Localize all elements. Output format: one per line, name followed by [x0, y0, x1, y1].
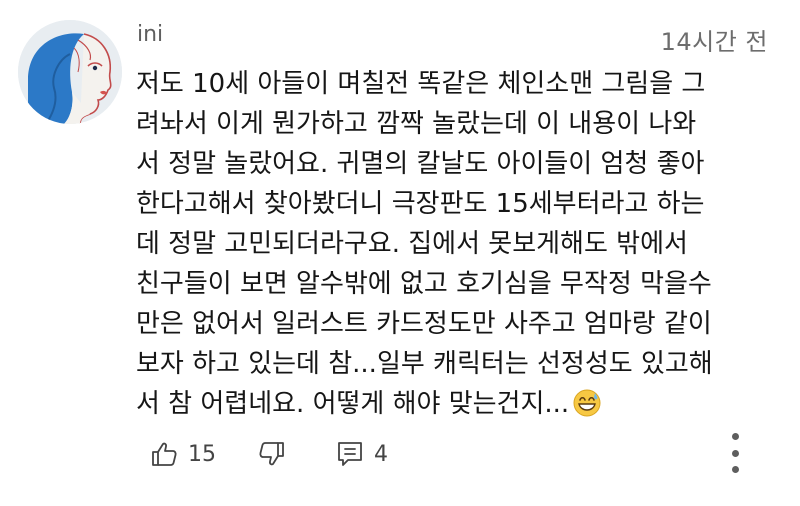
comment-line: 친구들이 보면 알수밖에 없고 호기심을 무작정 막을수	[136, 269, 712, 299]
reply-count: 4	[374, 441, 388, 467]
more-dot	[731, 466, 739, 473]
like-button[interactable]: 15	[150, 440, 216, 468]
more-vertical-icon[interactable]	[726, 433, 744, 473]
comment-timestamp: 14시간 전	[660, 28, 768, 56]
comment-line: 보자 하고 있는데 참...일부 캐릭터는 선정성도 있고해	[136, 349, 713, 379]
thumb-down-icon	[259, 442, 284, 466]
comment-line: 데 정말 고민되더라구요. 집에서 못보게해도 밖에서	[136, 229, 688, 259]
comment-line: 려놔서 이게 뭔가하고 깜짝 놀랐는데 이 내용이 나와	[136, 109, 697, 139]
comment-line-text: 서 참 어렵네요. 어떻게 해야 맞는건지...	[136, 389, 570, 419]
comment-line: 한다고해서 찾아봤더니 극장판도 15세부터라고 하는	[136, 189, 705, 219]
comment-line: 만은 없어서 일러스트 카드정도만 사주고 엄마랑 같이	[136, 309, 712, 339]
reply-button[interactable]: 4	[336, 440, 388, 468]
comment-line: 서 정말 놀랐어요. 귀멸의 칼날도 아이들이 엄청 좋아	[136, 149, 705, 179]
avatar[interactable]	[18, 20, 122, 124]
comment-text: 저도 10세 아들이 며칠전 똑같은 체인소맨 그림을 그 려놔서 이게 뭔가하…	[136, 64, 776, 424]
dislike-button[interactable]	[258, 440, 286, 468]
reply-comment-icon	[338, 442, 362, 466]
comment-author[interactable]: ini	[137, 22, 163, 47]
comment-actions: 15 4	[150, 432, 388, 476]
more-dot	[731, 433, 739, 440]
grinning-sweat-emoji	[573, 389, 601, 417]
comment-line: 저도 10세 아들이 며칠전 똑같은 체인소맨 그림을 그	[136, 69, 706, 99]
like-count: 15	[188, 441, 216, 467]
thumb-up-icon	[152, 442, 177, 466]
comment-line-last: 서 참 어렵네요. 어떻게 해야 맞는건지...	[136, 384, 776, 424]
more-dot	[731, 449, 739, 457]
avatar-illustration	[18, 20, 122, 124]
